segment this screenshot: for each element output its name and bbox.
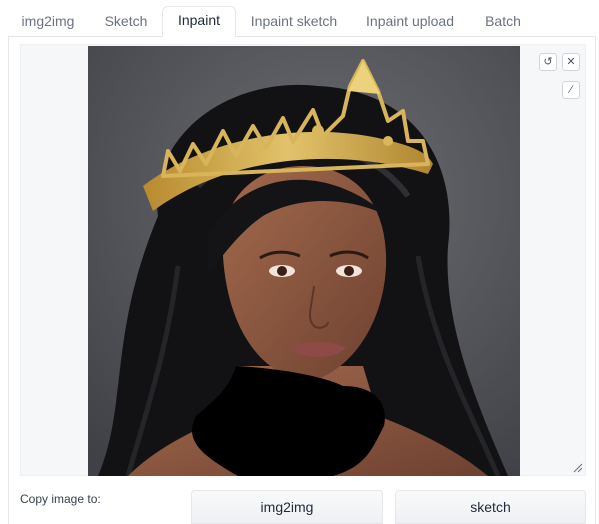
tab-bar: img2img Sketch Inpaint Inpaint sketch In… [0,0,599,37]
tab-inpaint-sketch[interactable]: Inpaint sketch [242,8,346,36]
tab-inpaint[interactable]: Inpaint [162,6,236,37]
resize-handle-icon[interactable] [573,463,583,473]
inpaint-image[interactable] [88,46,520,476]
tab-img2img[interactable]: img2img [9,8,87,36]
brush-icon[interactable]: ⁄ [562,81,580,99]
inpaint-canvas[interactable]: ↺ ✕ ⁄ [20,44,586,476]
tab-inpaint-upload[interactable]: Inpaint upload [356,8,464,36]
inpaint-panel: ↺ ✕ ⁄ Copy image to: img2img sketch [8,36,596,524]
tab-sketch[interactable]: Sketch [94,8,158,36]
tab-batch[interactable]: Batch [474,8,532,36]
close-icon[interactable]: ✕ [562,53,580,71]
copy-to-sketch-button[interactable]: sketch [395,490,586,524]
copy-to-img2img-button[interactable]: img2img [191,490,383,524]
undo-icon[interactable]: ↺ [539,53,557,71]
copy-image-label: Copy image to: [20,492,101,506]
tab-divider [8,36,596,37]
